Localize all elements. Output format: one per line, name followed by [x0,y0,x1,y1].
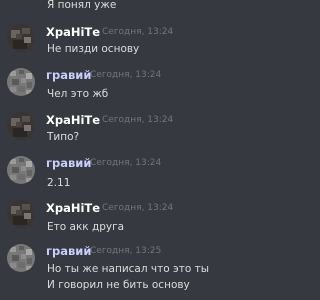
message-line: Чел это жб [47,88,109,100]
username[interactable]: ХраНiТе [46,25,100,39]
user-avatar-dark[interactable] [7,24,35,52]
message-timestamp: Сегодня, 13:24 [102,115,174,125]
username[interactable]: гравий [46,68,91,82]
username[interactable]: ХраНiТе [46,201,100,215]
username[interactable]: гравий [46,156,91,170]
user-avatar-gravel[interactable] [7,68,35,96]
user-avatar-dark[interactable] [7,200,35,228]
username[interactable]: ХраНiТе [46,113,100,127]
message-line: Не пизди основу [47,43,140,55]
message-line: Типо? [47,131,80,143]
user-avatar-dark[interactable] [7,112,35,140]
message-timestamp: Сегодня, 13:24 [90,70,162,80]
message-line: Я понял уже [47,0,117,11]
message-line: Ето акк друга [47,221,125,233]
message-line: И говорил не бить основу [47,279,190,291]
message-timestamp: Сегодня, 13:24 [102,203,174,213]
user-avatar-gravel[interactable] [7,156,35,184]
message-line: Но ты же написал что это ты [47,263,210,275]
message-timestamp: Сегодня, 13:24 [102,27,174,37]
message-timestamp: Сегодня, 13:25 [90,246,162,256]
message-timestamp: Сегодня, 13:24 [90,158,162,168]
user-avatar-gravel[interactable] [7,244,35,272]
username[interactable]: гравий [46,244,91,258]
chat-messages-list[interactable]: Я понял уже ХраНiТе Сегодня, 13:24 Не пи… [0,0,300,300]
message-line: 2.11 [47,177,71,189]
